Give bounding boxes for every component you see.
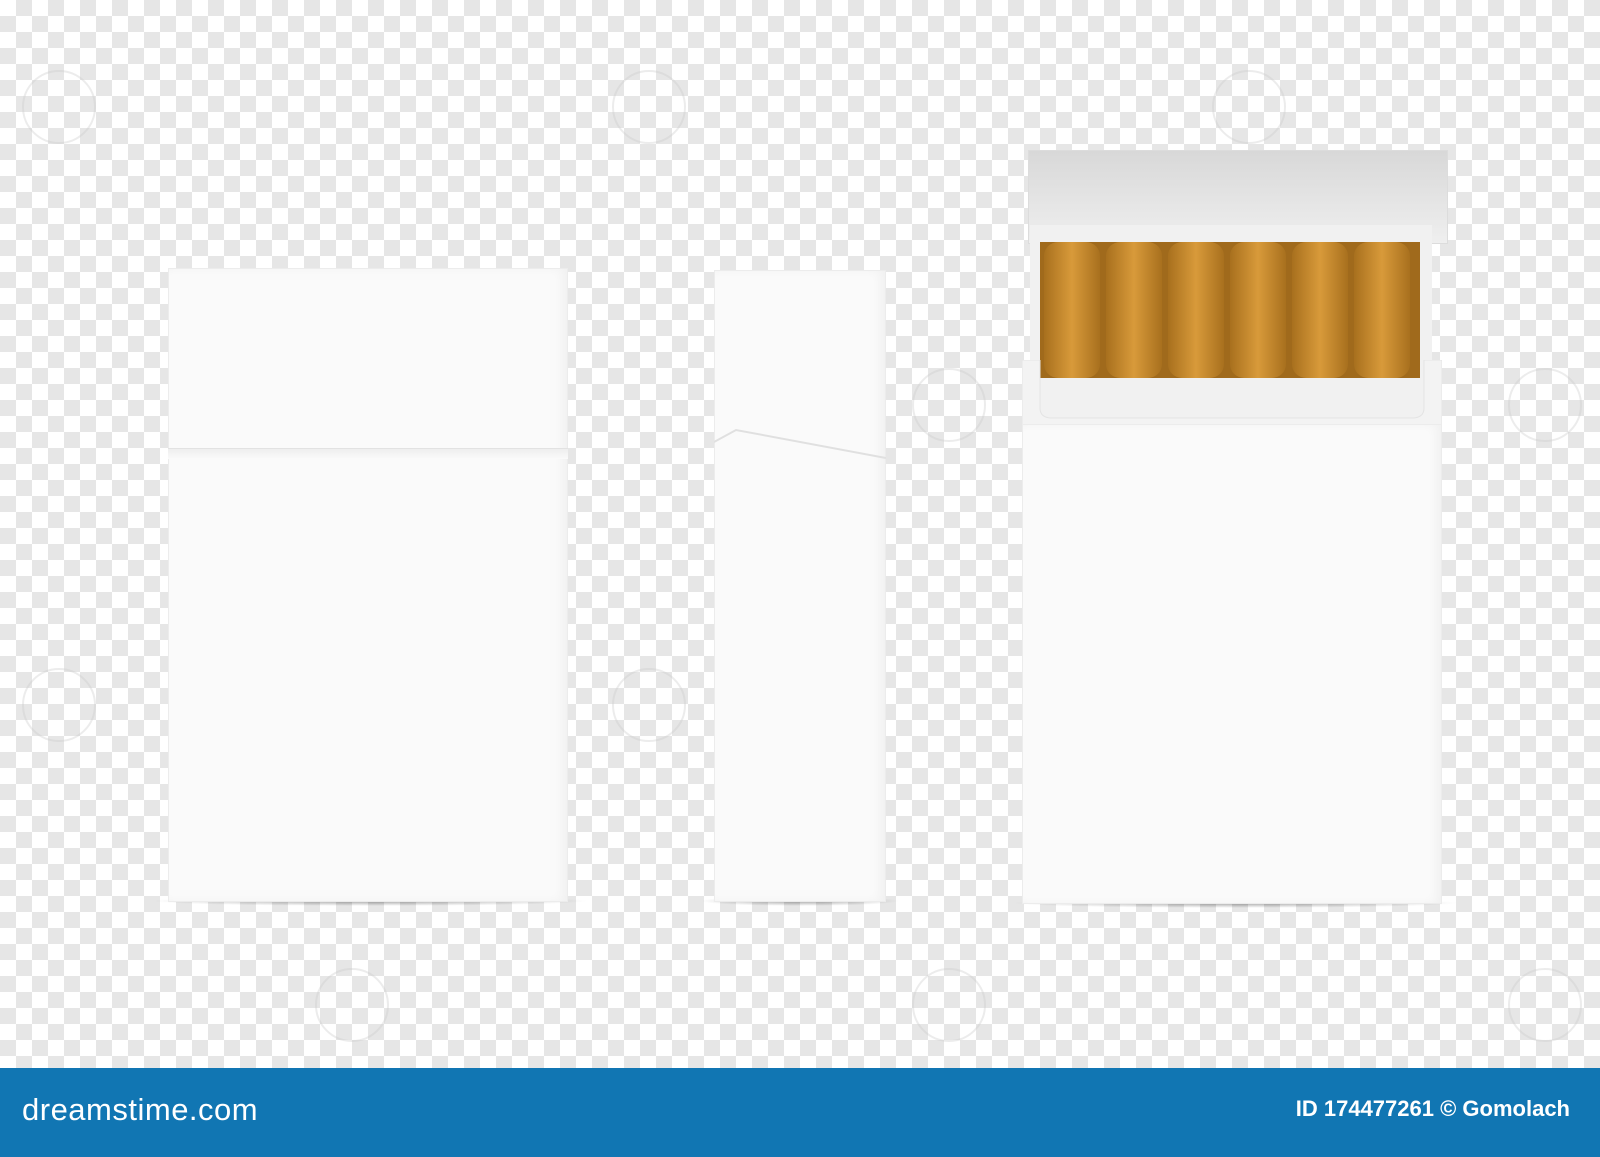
cigarette: [1292, 242, 1348, 378]
cigarette: [1168, 242, 1224, 378]
watermark-icon: [912, 968, 986, 1042]
watermark-icon: [22, 70, 96, 144]
watermark-icon: [612, 668, 686, 742]
open-pack-body: [1022, 424, 1442, 904]
image-id-credit: ID 174477261 © Gomolach: [1295, 1096, 1570, 1121]
side-fold-line: [714, 428, 886, 459]
watermark-icon: [612, 70, 686, 144]
watermark-icon: [1508, 968, 1582, 1042]
closed-pack-side: [714, 270, 886, 902]
stock-footer-bar: dreamstime.com ID 174477261 © Gomolach: [0, 1068, 1600, 1157]
lid-seam: [168, 448, 568, 459]
open-pack-front-cutout: [1022, 360, 1442, 430]
dreamstime-logo: dreamstime.com: [22, 1092, 259, 1127]
watermark-icon: [22, 668, 96, 742]
closed-pack-front: [168, 268, 568, 902]
cigarette: [1106, 242, 1162, 378]
watermark-icon: [912, 368, 986, 442]
cigarette-filters: [1040, 242, 1420, 378]
watermark-icon: [1212, 70, 1286, 144]
watermark-icon: [315, 968, 389, 1042]
cigarette: [1230, 242, 1286, 378]
cigarette: [1354, 242, 1410, 378]
watermark-icon: [1508, 368, 1582, 442]
cigarette: [1044, 242, 1100, 378]
transparent-checkerboard-background: [0, 0, 1600, 1068]
